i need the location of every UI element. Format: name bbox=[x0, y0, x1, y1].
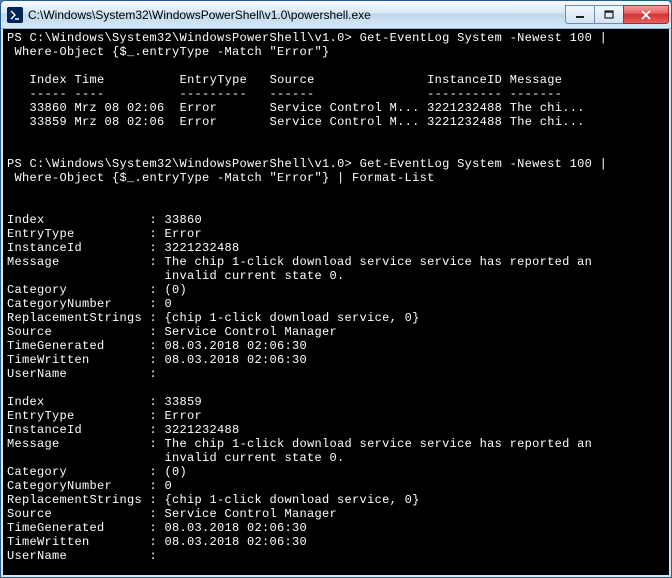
maximize-button[interactable] bbox=[594, 5, 624, 24]
command-text: Get-EventLog System -Newest 100 | bbox=[360, 31, 608, 45]
list-field: EntryType : Error bbox=[7, 227, 665, 241]
list-field: TimeWritten : 08.03.2018 02:06:30 bbox=[7, 535, 665, 549]
list-field: UserName : bbox=[7, 367, 665, 381]
powershell-icon bbox=[7, 7, 23, 23]
prompt-line: PS C:\Windows\System32\WindowsPowerShell… bbox=[7, 157, 665, 171]
table-header: Index Time EntryType Source InstanceID M… bbox=[7, 73, 665, 87]
list-field: UserName : bbox=[7, 549, 665, 563]
list-field: Source : Service Control Manager bbox=[7, 325, 665, 339]
list-field: TimeGenerated : 08.03.2018 02:06:30 bbox=[7, 339, 665, 353]
minimize-button[interactable] bbox=[565, 5, 595, 24]
list-field: CategoryNumber : 0 bbox=[7, 297, 665, 311]
command-text: Get-EventLog System -Newest 100 | bbox=[360, 157, 608, 171]
list-field-cont: invalid current state 0. bbox=[7, 269, 665, 283]
table-divider: ----- ---- --------- ------ ---------- -… bbox=[7, 87, 665, 101]
list-field: Message : The chip 1-click download serv… bbox=[7, 255, 665, 269]
window-title: C:\Windows\System32\WindowsPowerShell\v1… bbox=[28, 8, 566, 22]
list-field: Message : The chip 1-click download serv… bbox=[7, 437, 665, 451]
window-frame: C:\Windows\System32\WindowsPowerShell\v1… bbox=[0, 0, 672, 578]
list-field: TimeWritten : 08.03.2018 02:06:30 bbox=[7, 353, 665, 367]
list-field: Index : 33859 bbox=[7, 395, 665, 409]
list-field: ReplacementStrings : {chip 1-click downl… bbox=[7, 493, 665, 507]
command-continuation: Where-Object {$_.entryType -Match "Error… bbox=[7, 171, 665, 185]
list-field-cont: invalid current state 0. bbox=[7, 451, 665, 465]
list-field: Category : (0) bbox=[7, 283, 665, 297]
table-row: 33860 Mrz 08 02:06 Error Service Control… bbox=[7, 101, 665, 115]
window-controls bbox=[566, 5, 669, 24]
list-field: ReplacementStrings : {chip 1-click downl… bbox=[7, 311, 665, 325]
list-field: Index : 33860 bbox=[7, 213, 665, 227]
titlebar[interactable]: C:\Windows\System32\WindowsPowerShell\v1… bbox=[1, 1, 671, 29]
list-field: InstanceId : 3221232488 bbox=[7, 241, 665, 255]
table-row: 33859 Mrz 08 02:06 Error Service Control… bbox=[7, 115, 665, 129]
command-continuation: Where-Object {$_.entryType -Match "Error… bbox=[7, 45, 665, 59]
list-field: EntryType : Error bbox=[7, 409, 665, 423]
console-area[interactable]: PS C:\Windows\System32\WindowsPowerShell… bbox=[1, 29, 671, 577]
list-field: Category : (0) bbox=[7, 465, 665, 479]
list-field: CategoryNumber : 0 bbox=[7, 479, 665, 493]
list-field: TimeGenerated : 08.03.2018 02:06:30 bbox=[7, 521, 665, 535]
prompt-line: PS C:\Windows\System32\WindowsPowerShell… bbox=[7, 31, 665, 45]
list-field: InstanceId : 3221232488 bbox=[7, 423, 665, 437]
close-button[interactable] bbox=[623, 5, 669, 24]
list-field: Source : Service Control Manager bbox=[7, 507, 665, 521]
